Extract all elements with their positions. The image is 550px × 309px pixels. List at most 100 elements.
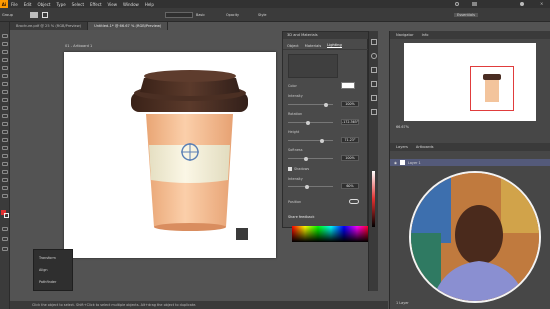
eye-icon[interactable]: ◉	[394, 161, 397, 165]
stroke-swatch[interactable]	[42, 12, 48, 18]
graphic-styles-icon[interactable]	[371, 109, 377, 115]
color-icon[interactable]	[371, 53, 377, 59]
menu-object[interactable]: Object	[34, 2, 53, 7]
tab-navigator[interactable]: Navigator	[396, 33, 414, 37]
fill-swatch[interactable]	[30, 12, 38, 18]
selection-type: Group	[2, 13, 13, 17]
stroke-profile-dropdown[interactable]	[165, 12, 193, 18]
avatar[interactable]	[520, 2, 524, 6]
height-slider[interactable]	[288, 138, 333, 143]
stroke-color-swatch[interactable]	[4, 213, 9, 218]
search-icon[interactable]	[455, 2, 459, 6]
properties-icon[interactable]	[371, 39, 377, 45]
shape-builder-tool-icon[interactable]	[2, 146, 8, 150]
tab-info[interactable]: Info	[422, 33, 429, 37]
menu-effect[interactable]: Effect	[87, 2, 105, 7]
artboard-tool-icon[interactable]	[2, 178, 8, 182]
tab-materials[interactable]: Materials	[305, 44, 321, 48]
menu-view[interactable]: View	[105, 2, 121, 7]
tools-panel	[0, 22, 10, 309]
height-label: Height	[288, 130, 300, 134]
brushes-icon[interactable]	[371, 81, 377, 87]
pen-tool-icon[interactable]	[2, 58, 8, 62]
navigator-thumbnail	[483, 74, 501, 102]
color-spectrum[interactable]	[292, 226, 370, 242]
softness-slider[interactable]	[288, 156, 333, 161]
rotation-slider[interactable]	[288, 120, 333, 125]
free-transform-tool-icon[interactable]	[2, 138, 8, 142]
tab-brochure[interactable]: Brochure.pdf @ 25 % (RGB/Preview)	[10, 22, 89, 30]
style-label: Style	[258, 13, 267, 17]
tab-object[interactable]: Object	[287, 44, 299, 48]
height-field[interactable]: 71.23°	[341, 137, 359, 143]
layer-row[interactable]: ◉ Layer 1	[390, 159, 550, 166]
share-feedback-link[interactable]: Share feedback	[288, 215, 314, 219]
close-icon[interactable]: ×	[540, 1, 543, 6]
navigator-preview[interactable]	[404, 43, 536, 121]
zoom-level[interactable]: 66.67%	[396, 125, 409, 129]
collapsed-panels-strip	[368, 31, 378, 291]
symbols-icon[interactable]	[371, 95, 377, 101]
shadow-intensity-field[interactable]: 60%	[341, 183, 359, 189]
rotate-tool-icon[interactable]	[2, 114, 8, 118]
more-tools-icon[interactable]	[2, 247, 8, 251]
softness-knob[interactable]	[303, 156, 308, 161]
color-ramp[interactable]	[372, 171, 375, 227]
menu-help[interactable]: Help	[142, 2, 157, 7]
screen-mode-icon[interactable]	[2, 237, 8, 241]
light-presets[interactable]	[288, 54, 338, 78]
layer-name[interactable]: Layer 1	[408, 161, 421, 165]
workspace-icon[interactable]	[472, 2, 477, 6]
eraser-tool-icon[interactable]	[2, 106, 8, 110]
line-tool-icon[interactable]	[2, 74, 8, 78]
tab-untitled[interactable]: Untitled-1* @ 66.67 % (RGB/Preview)	[88, 22, 169, 30]
tab-lighting[interactable]: Lighting	[327, 43, 342, 48]
selection-tool-icon[interactable]	[2, 34, 8, 38]
eyedropper-tool-icon[interactable]	[2, 162, 8, 166]
layers-tabs: Layers Artboards	[390, 143, 550, 151]
swatches-icon[interactable]	[371, 67, 377, 73]
menu-file[interactable]: File	[8, 2, 21, 7]
height-knob[interactable]	[319, 138, 324, 143]
align-item[interactable]: Align	[39, 268, 48, 272]
coffee-cup-artwork[interactable]	[64, 52, 276, 258]
type-tool-icon[interactable]	[2, 66, 8, 70]
magic-wand-tool-icon[interactable]	[2, 50, 8, 54]
draw-mode-icon[interactable]	[2, 227, 8, 231]
width-tool-icon[interactable]	[2, 130, 8, 134]
menu-select[interactable]: Select	[69, 2, 87, 7]
zoom-tool-icon[interactable]	[2, 194, 8, 198]
intensity-knob[interactable]	[324, 102, 329, 107]
pathfinder-item[interactable]: Pathfinder	[39, 280, 56, 284]
shadow-knob[interactable]	[305, 184, 310, 189]
menu-type[interactable]: Type	[53, 2, 68, 7]
3d-materials-panel: 3D and Materials Object Materials Lighti…	[282, 31, 369, 228]
light-color-swatch[interactable]	[341, 82, 355, 89]
shadows-label: Shadows	[294, 167, 310, 171]
softness-field[interactable]: 100%	[341, 155, 359, 161]
artboard[interactable]	[64, 52, 276, 258]
pencil-tool-icon[interactable]	[2, 98, 8, 102]
position-toggle-icon[interactable]	[349, 199, 359, 204]
menu-edit[interactable]: Edit	[21, 2, 35, 7]
shadow-intensity-slider[interactable]	[288, 184, 333, 189]
transform-item[interactable]: Transform	[39, 256, 56, 260]
menu-window[interactable]: Window	[120, 2, 142, 7]
tab-layers[interactable]: Layers	[396, 145, 408, 149]
tab-artboards[interactable]: Artboards	[416, 145, 434, 149]
intensity-field[interactable]: 100%	[341, 101, 359, 107]
rotation-field[interactable]: -172.365°	[341, 119, 359, 125]
rectangle-tool-icon[interactable]	[2, 82, 8, 86]
rotation-knob[interactable]	[306, 120, 311, 125]
hand-tool-icon[interactable]	[2, 186, 8, 190]
intensity-slider[interactable]	[288, 102, 333, 107]
gradient-tool-icon[interactable]	[2, 154, 8, 158]
scale-tool-icon[interactable]	[2, 122, 8, 126]
brush-tool-icon[interactable]	[2, 90, 8, 94]
shadows-checkbox[interactable]	[288, 167, 292, 171]
layer-thumbnail	[399, 160, 405, 165]
workspace-switcher[interactable]: Essentials	[454, 13, 478, 17]
blend-tool-icon[interactable]	[2, 170, 8, 174]
direct-selection-tool-icon[interactable]	[2, 42, 8, 46]
webcam-overlay	[409, 171, 541, 303]
